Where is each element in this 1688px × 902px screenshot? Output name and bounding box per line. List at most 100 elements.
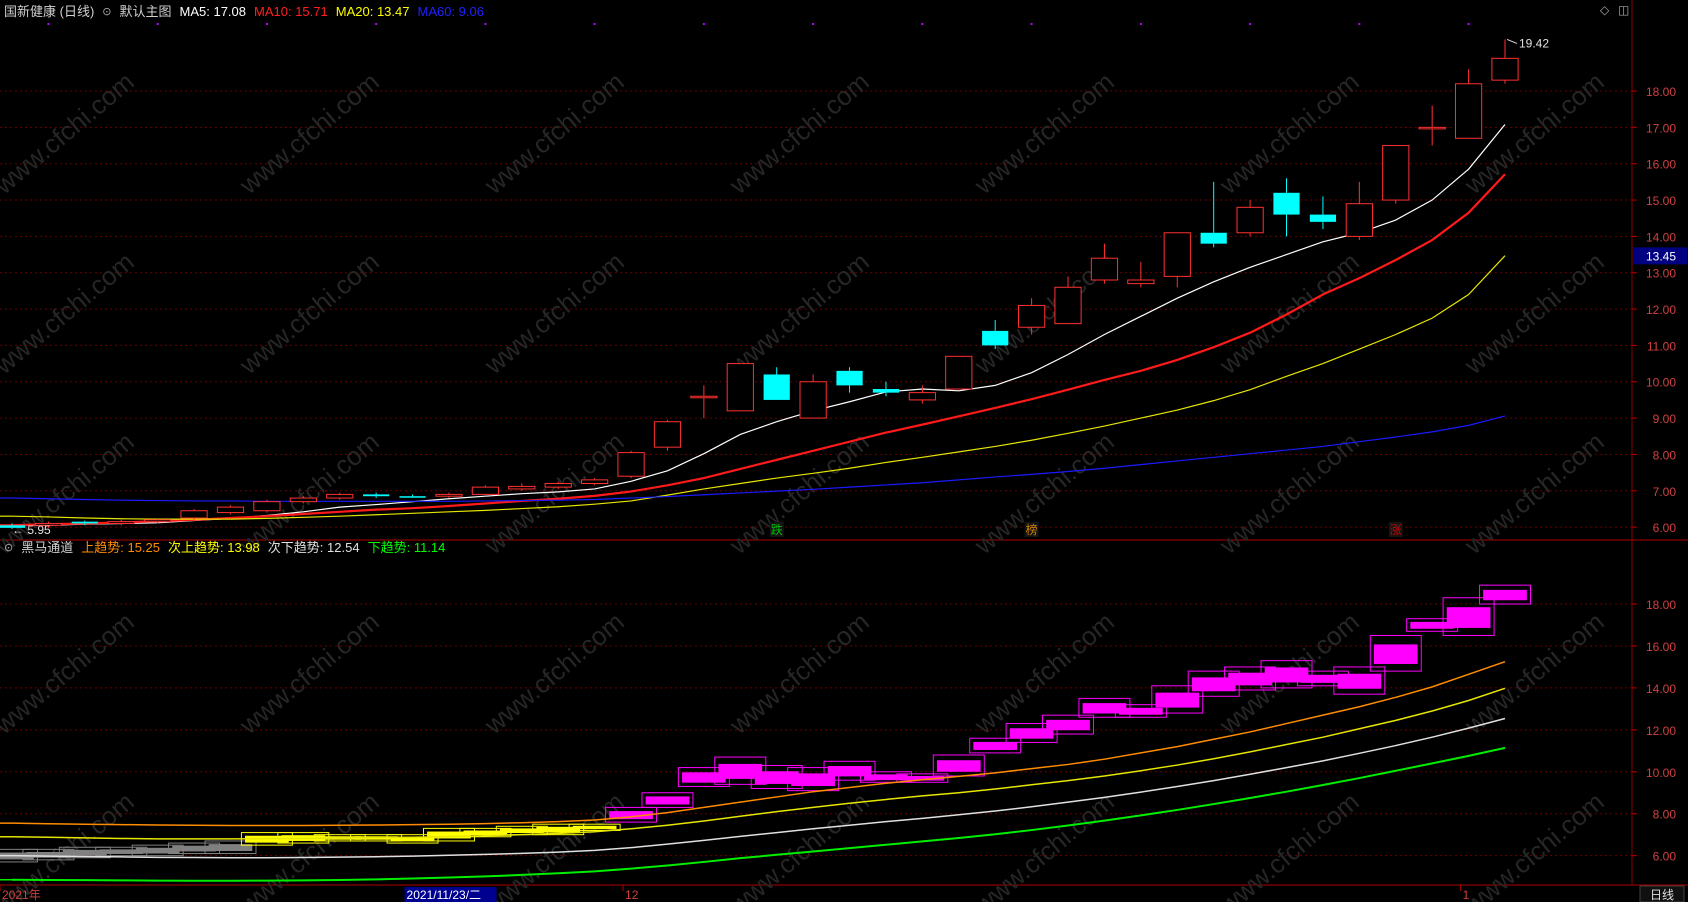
candle[interactable] — [107, 519, 135, 526]
y-tick-label: 14.00 — [1646, 230, 1676, 244]
y-tick-label: 16.00 — [1646, 158, 1676, 172]
x-axis-label: 2021年 — [2, 888, 41, 902]
candle[interactable] — [1273, 178, 1300, 237]
stock-chart[interactable]: www.cfchi.com www.cfchi.com www.cfchi.com w… — [0, 0, 1688, 902]
candle[interactable] — [1236, 200, 1264, 237]
candle[interactable] — [1127, 261, 1155, 288]
candle-body-up — [1491, 57, 1519, 81]
x-axis-label: 2021/11/23/二 — [407, 888, 482, 902]
channel-box-fill[interactable] — [1446, 607, 1491, 628]
legend-value: 15.25 — [123, 540, 161, 555]
legend-label: 次下趋势: — [267, 540, 324, 555]
candle[interactable] — [253, 499, 281, 513]
candle-body-up — [1382, 145, 1410, 201]
channel-legend: 上趋势: 15.25 次上趋势: 13.98 次下趋势: 12.54 下趋势: 11.… — [81, 537, 445, 559]
x-axis-label: 12 — [625, 888, 639, 902]
candle-body-up — [1054, 286, 1082, 325]
indicator-title[interactable]: 黑马通道 — [21, 537, 73, 559]
legend-item: 下趋势: 11.14 — [368, 537, 446, 559]
candle[interactable] — [1200, 181, 1227, 248]
candle-body-up — [289, 497, 317, 503]
candle[interactable] — [690, 385, 718, 419]
candle[interactable] — [216, 505, 245, 515]
candle-body-down — [982, 330, 1009, 346]
watermark-text: www.cfchi.com — [1458, 246, 1610, 380]
candle[interactable] — [471, 485, 499, 497]
channel-box-fill[interactable] — [1119, 707, 1163, 715]
candle[interactable] — [1345, 181, 1373, 241]
candle-body-down — [71, 521, 98, 524]
legend-label: MA60: — [417, 4, 456, 19]
candle[interactable] — [617, 450, 645, 479]
legend-value: 15.71 — [291, 4, 328, 19]
candle[interactable] — [363, 492, 390, 499]
channel-box-fill[interactable] — [1155, 692, 1200, 708]
candle[interactable] — [726, 363, 754, 412]
candle[interactable] — [435, 492, 463, 499]
candle[interactable] — [508, 483, 536, 491]
watermark-text: www.cfchi.com — [0, 66, 140, 200]
legend-item: 次上趋势: 13.98 — [168, 537, 260, 559]
channel-box-fill[interactable] — [1046, 719, 1090, 731]
window-restore-icon[interactable]: ◫ — [1618, 3, 1629, 17]
watermark-text: www.cfchi.com — [0, 606, 140, 740]
candle[interactable] — [908, 385, 936, 404]
chart-mode-label[interactable]: 默认主图 — [120, 1, 172, 23]
channel-box-fill[interactable] — [1337, 673, 1382, 689]
indicator-dropdown-icon[interactable]: ⊙ — [4, 537, 13, 559]
y-tick-label: 12.00 — [1646, 724, 1676, 738]
candle[interactable] — [945, 355, 973, 390]
candle-body-up — [435, 493, 463, 497]
candle[interactable] — [1454, 69, 1483, 139]
y-tick-label: 11.00 — [1647, 339, 1676, 353]
watermark-text: www.cfchi.com — [723, 66, 875, 200]
candle-body-up — [180, 510, 208, 519]
channel-box-fill[interactable] — [572, 825, 617, 830]
candle-body-up — [690, 395, 718, 399]
candle[interactable] — [1491, 39, 1519, 84]
watermark-text: www.cfchi.com — [233, 606, 385, 740]
period-button-label: 日线 — [1650, 888, 1674, 902]
candle-body-up — [945, 355, 973, 390]
candle[interactable] — [399, 494, 426, 499]
candle[interactable] — [653, 419, 682, 451]
axis-layer: 6.00 7.00 8.00 9.00 10.00 11.00 12.00 13.00 14.0… — [0, 85, 1687, 902]
channel-box-fill[interactable] — [1483, 589, 1527, 601]
signal-dot — [921, 23, 924, 25]
candle[interactable] — [1309, 196, 1337, 230]
candle-body-up — [471, 486, 499, 495]
y-tick-label: 14.00 — [1646, 682, 1676, 696]
legend-value: 11.14 — [410, 540, 446, 555]
diamond-icon[interactable]: ◇ — [1600, 3, 1609, 17]
candle-body-up — [1090, 257, 1119, 281]
candle[interactable] — [799, 374, 827, 419]
candle[interactable] — [836, 367, 863, 393]
candle-body-down — [1273, 192, 1300, 215]
event-marker-label: 榜 — [1026, 522, 1038, 537]
channel-panel-header: ⊙ 黑马通道 上趋势: 15.25 次上趋势: 13.98 次下趋势: 12.54 下… — [0, 537, 445, 559]
y-tick-label: 8.00 — [1653, 448, 1677, 462]
watermark-text: www.cfchi.com — [233, 66, 385, 200]
candle-body-up — [653, 421, 682, 448]
watermark-text: www.cfchi.com — [968, 66, 1120, 200]
channel-box-fill[interactable] — [645, 796, 690, 805]
high-pointer — [1506, 38, 1518, 44]
ma-legend: MA5: 17.08 MA10: 15.71 MA20: 13.47 MA60: 9.… — [180, 1, 484, 23]
mode-dropdown-icon[interactable]: ⊙ — [102, 1, 111, 23]
channel-box-fill[interactable] — [936, 760, 981, 772]
channel-box-fill[interactable] — [1373, 644, 1418, 664]
candle[interactable] — [180, 508, 208, 520]
candle[interactable] — [1382, 145, 1410, 204]
channel-box-fill[interactable] — [973, 741, 1018, 750]
signal-dot — [1249, 23, 1252, 25]
legend-value: 9.06 — [455, 4, 484, 19]
legend-value: 12.54 — [323, 540, 360, 555]
watermark-text: www.cfchi.com — [0, 246, 140, 380]
candle[interactable] — [1163, 232, 1191, 288]
candle[interactable] — [1418, 105, 1446, 146]
legend-value: 17.08 — [209, 4, 247, 19]
y-tick-label: 6.00 — [1653, 850, 1677, 864]
candle[interactable] — [763, 367, 790, 400]
candle[interactable] — [982, 319, 1009, 350]
legend-label: MA10: — [254, 4, 292, 19]
